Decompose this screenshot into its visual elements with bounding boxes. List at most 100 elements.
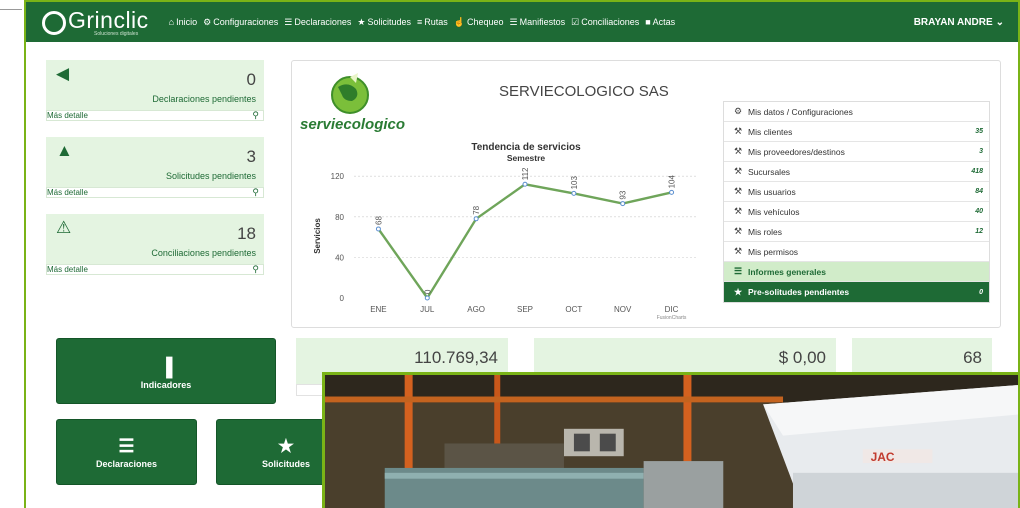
declaraciones-label: Declaraciones [95,459,158,469]
wrench-icon: ⚒ [734,126,743,136]
nav-item-label: Conciliaciones [581,17,640,27]
stat-card: ◀ 0 Declaraciones pendientes Más detalle ⚲ [46,60,264,121]
user-menu[interactable]: BRAYAN ANDRE ⌄ [914,17,1004,28]
app-frame: Grinclic Soluciones digitales ⌂ Inicio ⚙ Co… [24,0,1020,508]
more-detail-link[interactable]: Más detalle ⚲ [46,264,264,275]
nav-item-label: Solicitudes [367,17,411,27]
nav-item-label: Actas [652,17,676,27]
chevron-down-icon: ⌄ [995,16,1004,28]
data-point [571,190,577,196]
stat-card: ▲ 3 Solicitudes pendientes Más detalle ⚲ [46,137,264,198]
nav-item-actas[interactable]: ■ Actas [645,17,675,27]
company-logo: serviecologico [300,73,405,133]
declaraciones-button[interactable]: ☰ Declaraciones [56,419,197,485]
series-line [377,183,672,301]
svg-text:JAC: JAC [871,450,895,464]
nav-item-rutas[interactable]: ≡ Rutas [417,17,448,27]
tile-value: $ 0,00 [778,348,826,367]
menu-item-label: Mis roles [748,226,783,237]
brand-tagline: Soluciones digitales [94,30,139,37]
more-detail-label: Más detalle [47,111,88,120]
menu-item[interactable]: ⚒ Mis proveedores/destinos 3 [724,142,989,162]
x-tick-label: ENE [370,305,386,314]
y-tick-label: 0 [340,294,345,303]
services-trend-chart: Tendencia de serviciosSemestre Servicios 0… [313,142,696,321]
navbar: Grinclic Soluciones digitales ⌂ Inicio ⚙ Co… [26,2,1018,42]
count-badge: 418 [971,168,983,175]
nav-item-chequeo[interactable]: ☝ Chequeo [454,17,504,28]
menu-item[interactable]: ⚒ Mis clientes 35 [724,122,989,142]
chart-credit: FusionCharts [657,315,687,321]
list-icon: ☰ [118,436,135,456]
stat-label: Declaraciones pendientes [152,94,256,104]
menu-item[interactable]: ☰ Informes generales [724,262,989,282]
menu-item-label: Informes generales [748,266,826,277]
menu-item-label: Sucursales [748,166,791,177]
more-detail-link[interactable]: Más detalle ⚲ [46,110,264,121]
file-icon: ■ [645,17,651,27]
menu-item-label: Mis vehículos [748,206,800,217]
check-square-icon: ☑ [571,16,580,27]
user-name: BRAYAN ANDRE [913,16,993,28]
count-badge: 0 [979,288,983,296]
more-detail-link[interactable]: Más detalle ⚲ [46,187,264,198]
brand-logo[interactable]: Grinclic Soluciones digitales [42,8,149,37]
x-tick-label: NOV [614,305,632,314]
nav-item-configuraciones[interactable]: ⚙ Configuraciones [203,17,278,28]
x-tick-label: SEP [517,305,533,314]
data-point [669,189,675,195]
data-point [424,295,430,301]
list-icon: ☰ [734,266,743,276]
menu-item-label: Mis proveedores/destinos [748,146,845,157]
road-icon: ≡ [416,17,423,27]
stat-value: 18 [237,224,256,243]
page-edge-line [0,9,22,10]
more-detail-label: Más detalle [47,265,88,274]
svg-text:serviecologico: serviecologico [300,116,405,133]
menu-item[interactable]: ★ Pre-solitudes pendientes 0 [724,282,989,302]
company-panel: serviecologico SERVIECOLOGICO SAS Tenden… [291,60,1001,328]
more-detail-label: Más detalle [47,188,88,197]
count-badge: 3 [979,148,983,155]
wrench-icon: ⚒ [734,166,743,176]
home-icon: ⌂ [168,17,175,27]
stat-value: 3 [246,147,256,166]
count-badge: 40 [975,208,983,215]
gear-icon: ⚙ [734,106,743,116]
data-point [620,201,626,207]
menu-item[interactable]: ⚒ Mis usuarios 84 [724,182,989,202]
menu-item[interactable]: ⚒ Mis roles 12 [724,222,989,242]
data-label: 78 [472,205,481,214]
warning-icon: ⚠ [56,218,72,237]
data-point [473,216,479,222]
x-tick-label: AGO [467,305,485,314]
wrench-icon: ⚒ [734,206,743,216]
data-label: 112 [521,167,530,180]
menu-item[interactable]: ⚒ Mis permisos [724,242,989,262]
company-menu: ⚙ Mis datos / Configuraciones ⚒ Mis cliente… [723,101,990,303]
indicadores-button[interactable]: ▐ Indicadores [56,338,276,404]
count-badge: 84 [975,188,983,195]
nav-item-inicio[interactable]: ⌂ Inicio [169,17,197,27]
nav-item-conciliaciones[interactable]: ☑ Conciliaciones [571,17,639,28]
list-alt-icon: ☰ [509,16,518,27]
bell-icon: ▲ [56,141,73,160]
menu-item-label: Mis clientes [748,126,793,137]
wrench-icon: ⚒ [734,246,743,256]
menu-item[interactable]: ⚒ Mis vehículos 40 [724,202,989,222]
data-label: 103 [570,176,579,190]
star-icon: ★ [734,286,743,297]
nav-item-label: Chequeo [466,17,504,27]
tile-value: 110.769,34 [414,348,498,367]
stat-value: 0 [246,70,256,89]
main-menu: ⌂ Inicio ⚙ Configuraciones ☰ Declaraciones ★ So… [169,17,676,28]
warehouse-truck-photo: JAC [322,372,1018,508]
stat-label: Conciliaciones pendientes [151,248,256,258]
nav-item-solicitudes[interactable]: ★ Solicitudes [357,17,411,28]
data-label: 0 [423,289,432,294]
nav-item-label: Inicio [176,17,198,27]
nav-item-manifiestos[interactable]: ☰ Manifiestos [510,17,566,28]
menu-item[interactable]: ⚙ Mis datos / Configuraciones [724,102,989,122]
menu-item[interactable]: ⚒ Sucursales 418 [724,162,989,182]
nav-item-declaraciones[interactable]: ☰ Declaraciones [284,17,351,28]
